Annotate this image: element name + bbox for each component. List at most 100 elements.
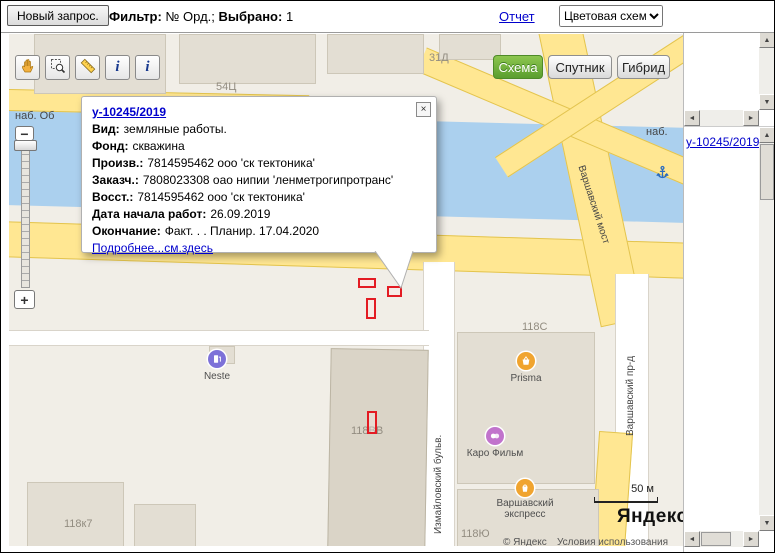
map-balloon: у-10245/2019 × Вид: земляные работы. Фонд… <box>81 96 437 253</box>
balloon-row-value: 7808023308 оао нипии 'ленметрогипротранс… <box>143 173 393 187</box>
balloon-row-label: Окончание: <box>92 224 161 238</box>
balloon-row-label: Фонд: <box>92 139 128 153</box>
balloon-order-link[interactable]: у-10245/2019 <box>92 104 166 121</box>
building-label-31d: 31Д <box>429 52 449 64</box>
filter-status-text: Фильтр: № Орд.; Выбрано: 1 <box>109 9 293 24</box>
poi-shop-prisma[interactable] <box>517 352 535 370</box>
balloon-row-value: 7814595462 ооо 'ск тектоника' <box>137 190 305 204</box>
zoom-in-button[interactable]: + <box>14 290 35 309</box>
color-scheme-select[interactable]: Цветовая схема <box>559 5 663 27</box>
magnifier-select-icon <box>50 58 66 77</box>
poi-cinema-karo[interactable] <box>486 427 504 445</box>
zoom-slider-track[interactable] <box>21 146 30 288</box>
poi-label-varshavsky-express: Варшавский экспресс <box>487 498 563 520</box>
building-label-54c: 54Ц <box>216 81 236 93</box>
poi-label-karo: Каро Фильм <box>459 448 531 459</box>
right-side-panel: ▲ ▼ ◄ ► у-10245/2019 ▲ ▼ ◄ ► <box>683 32 775 553</box>
side-frame-bottom: у-10245/2019 ▲ ▼ ◄ ► <box>684 126 775 547</box>
balloon-close-button[interactable]: × <box>416 102 431 117</box>
frame2-horizontal-scrollbar[interactable]: ◄ ► <box>684 531 759 547</box>
zoom-slider-handle[interactable] <box>14 140 37 151</box>
building-block <box>134 504 196 546</box>
building-label-118yu: 118Ю <box>461 528 490 540</box>
new-request-button[interactable]: Новый запрос. <box>7 5 109 26</box>
building-block-118vv <box>327 348 428 546</box>
balloon-row-value: Факт. . . Планир. 17.04.2020 <box>165 224 319 238</box>
balloon-row-value: земляные работы. <box>124 122 227 136</box>
hand-icon <box>20 58 36 77</box>
frame1-vertical-scrollbar[interactable]: ▲ ▼ <box>759 32 775 110</box>
building-block <box>179 34 316 84</box>
info-icon: i <box>145 60 149 75</box>
balloon-row-label: Вид: <box>92 122 120 136</box>
balloon-row: Дата начала работ: 26.09.2019 <box>92 206 426 223</box>
balloon-row: Фонд: скважина <box>92 138 426 155</box>
street-label-nab-left: наб. Об <box>15 110 54 122</box>
pan-tool-button[interactable] <box>15 55 40 80</box>
balloon-tail <box>361 251 425 291</box>
terms-of-use-link[interactable]: Условия использования <box>557 537 668 546</box>
map-scale-text: 50 м <box>609 483 654 495</box>
balloon-row: Восст.: 7814595462 ооо 'ск тектоника' <box>92 189 426 206</box>
layer-button-satellite[interactable]: Спутник <box>548 55 612 79</box>
scrollbar-thumb[interactable] <box>701 532 731 546</box>
road-side-street <box>9 330 429 346</box>
scrollbar-thumb[interactable] <box>760 144 774 200</box>
frame2-vertical-scrollbar[interactable]: ▲ ▼ <box>759 127 775 531</box>
poi-label-neste: Neste <box>194 371 240 382</box>
building-block <box>327 34 424 74</box>
map-scale-bar <box>594 497 658 503</box>
scroll-left-button[interactable]: ◄ <box>684 110 700 126</box>
work-area-marker[interactable] <box>367 411 377 434</box>
report-link[interactable]: Отчет <box>499 9 535 24</box>
info-tool-button-1[interactable]: i <box>105 55 130 80</box>
layer-button-hybrid[interactable]: Гибрид <box>617 55 670 79</box>
building-label-118k7: 118к7 <box>64 518 92 530</box>
balloon-row-value: 7814595462 ооо 'ск тектоника' <box>147 156 315 170</box>
street-label-varshavsky-proezd: Варшавский пр-д <box>625 356 636 436</box>
scroll-down-button[interactable]: ▼ <box>759 515 775 531</box>
scroll-down-button[interactable]: ▼ <box>759 94 775 110</box>
ruler-icon <box>80 58 96 77</box>
side-frame-top: ▲ ▼ ◄ ► <box>684 32 775 126</box>
street-label-nab-right: наб. <box>646 126 668 138</box>
poi-fuel-neste[interactable] <box>208 350 226 368</box>
map-canvas[interactable]: наб. Об наб. Варшавский мост Измайловски… <box>9 34 683 546</box>
poi-mall-varshavsky-express[interactable] <box>516 479 534 497</box>
app-window: Новый запрос. Фильтр: № Орд.; Выбрано: 1… <box>0 0 775 553</box>
building-label-118s: 118С <box>522 321 547 333</box>
scroll-right-button[interactable]: ► <box>743 110 759 126</box>
balloon-row: Окончание: Факт. . . Планир. 17.04.2020 <box>92 223 426 240</box>
balloon-row-value: 26.09.2019 <box>210 207 270 221</box>
poi-label-prisma: Prisma <box>503 373 549 384</box>
scroll-right-button[interactable]: ► <box>743 531 759 547</box>
filter-value: № Орд.; <box>165 9 214 24</box>
selected-count: 1 <box>286 9 293 24</box>
balloon-row-label: Произв.: <box>92 156 143 170</box>
zoom-out-button[interactable]: − <box>15 126 34 141</box>
top-toolbar: Новый запрос. Фильтр: № Орд.; Выбрано: 1… <box>1 1 774 33</box>
frame1-horizontal-scrollbar[interactable]: ◄ ► <box>684 110 759 126</box>
sidebar-order-link[interactable]: у-10245/2019 <box>686 135 759 149</box>
selected-label: Выбрано: <box>219 9 283 24</box>
building-block <box>27 482 124 546</box>
zoom-select-tool-button[interactable] <box>45 55 70 80</box>
scroll-up-button[interactable]: ▲ <box>759 127 775 143</box>
filter-label: Фильтр: <box>109 9 162 24</box>
work-area-marker[interactable] <box>366 298 376 319</box>
balloon-row: Вид: земляные работы. <box>92 121 426 138</box>
map-copyright: © Яндекс <box>503 537 547 546</box>
balloon-row-label: Восст.: <box>92 190 133 204</box>
balloon-row-value: скважина <box>132 139 184 153</box>
scroll-up-button[interactable]: ▲ <box>759 32 775 48</box>
balloon-row-label: Дата начала работ: <box>92 207 206 221</box>
balloon-row: Произв.: 7814595462 ооо 'ск тектоника' <box>92 155 426 172</box>
anchor-icon <box>655 165 670 185</box>
measure-tool-button[interactable] <box>75 55 100 80</box>
layer-button-scheme[interactable]: Схема <box>493 55 543 79</box>
info-tool-button-2[interactable]: i <box>135 55 160 80</box>
yandex-logo[interactable]: Яндекс <box>617 506 683 528</box>
balloon-more-link[interactable]: Подробнее...см.здесь <box>92 240 213 257</box>
balloon-row: Заказч.:7808023308 оао нипии 'ленметроги… <box>92 172 426 189</box>
scroll-left-button[interactable]: ◄ <box>684 531 700 547</box>
